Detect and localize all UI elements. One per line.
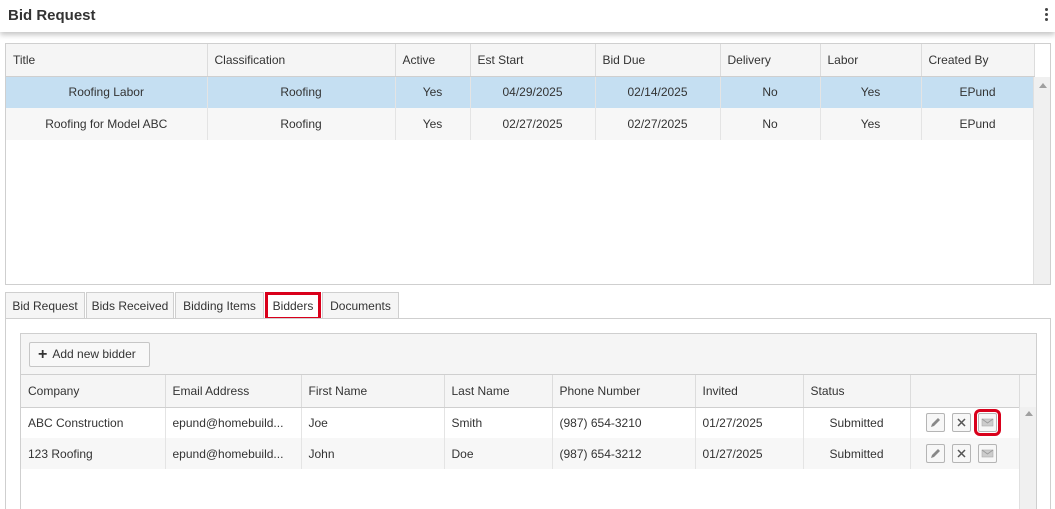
cell-delivery: No (720, 76, 821, 108)
cell-actions (910, 407, 1020, 438)
table-row[interactable]: 123 Roofing epund@homebuild... John Doe … (21, 438, 1036, 469)
bidders-grid-container: + Add new bidder Company Email Address Fi… (20, 333, 1037, 509)
col-header-actions (910, 375, 1020, 408)
col-header-invited[interactable]: Invited (695, 375, 804, 408)
cell-bid-due: 02/14/2025 (595, 76, 721, 108)
col-header-est-start[interactable]: Est Start (470, 44, 596, 77)
cell-created-by: EPund (921, 108, 1035, 140)
col-header-bid-due[interactable]: Bid Due (595, 44, 721, 77)
bid-request-grid: Title Classification Active Est Start Bi… (5, 43, 1051, 285)
table-row[interactable]: Roofing Labor Roofing Yes 04/29/2025 02/… (6, 76, 1035, 108)
cell-classification: Roofing (207, 76, 396, 108)
remove-bidder-button[interactable] (951, 413, 971, 433)
cell-created-by: EPund (921, 76, 1035, 108)
remove-bidder-button[interactable] (951, 444, 971, 463)
bidders-header-row: Company Email Address First Name Last Na… (21, 375, 1036, 408)
bidders-panel: + Add new bidder Company Email Address Fi… (5, 318, 1051, 509)
tab-documents[interactable]: Documents (322, 292, 399, 319)
scroll-up-icon[interactable] (1039, 83, 1047, 88)
cell-active: Yes (395, 108, 471, 140)
cell-company: ABC Construction (21, 407, 166, 438)
edit-bidder-button[interactable] (925, 413, 945, 433)
add-new-bidder-label: Add new bidder (52, 347, 136, 361)
col-header-created-by[interactable]: Created By (921, 44, 1035, 77)
cell-first-name: Joe (301, 407, 445, 438)
plus-icon: + (38, 346, 48, 363)
cell-labor: Yes (820, 108, 922, 140)
table-row[interactable]: ABC Construction epund@homebuild... Joe … (21, 407, 1036, 438)
col-header-first-name[interactable]: First Name (301, 375, 445, 408)
envelope-icon (981, 449, 993, 458)
page-header: Bid Request (0, 0, 1055, 32)
vertical-scrollbar[interactable] (1033, 77, 1050, 284)
col-header-spacer (1019, 375, 1036, 408)
cell-title: Roofing for Model ABC (6, 108, 208, 140)
cell-email: epund@homebuild... (165, 407, 302, 438)
col-header-classification[interactable]: Classification (207, 44, 396, 77)
cell-classification: Roofing (207, 108, 396, 140)
cell-delivery: No (720, 108, 821, 140)
cell-invited: 01/27/2025 (695, 438, 804, 469)
col-header-phone[interactable]: Phone Number (552, 375, 696, 408)
page-title: Bid Request (8, 7, 96, 24)
cell-est-start: 04/29/2025 (470, 76, 596, 108)
tab-bid-request[interactable]: Bid Request (5, 292, 85, 319)
scroll-up-icon[interactable] (1025, 411, 1033, 416)
table-row[interactable]: Roofing for Model ABC Roofing Yes 02/27/… (6, 108, 1035, 140)
cell-phone: (987) 654-3212 (552, 438, 696, 469)
bidders-grid: Company Email Address First Name Last Na… (21, 375, 1036, 469)
envelope-icon (981, 418, 993, 427)
cell-last-name: Smith (444, 407, 553, 438)
cell-status: Submitted (803, 407, 911, 438)
cell-first-name: John (301, 438, 445, 469)
cell-invited: 01/27/2025 (695, 407, 804, 438)
col-header-delivery[interactable]: Delivery (720, 44, 821, 77)
col-header-last-name[interactable]: Last Name (444, 375, 553, 408)
cell-title: Roofing Labor (6, 76, 208, 108)
col-header-title[interactable]: Title (6, 44, 208, 77)
cell-actions (910, 438, 1020, 469)
bid-request-header-row: Title Classification Active Est Start Bi… (6, 44, 1035, 77)
kebab-menu-icon[interactable] (1043, 6, 1051, 24)
col-header-active[interactable]: Active (395, 44, 471, 77)
cell-last-name: Doe (444, 438, 553, 469)
tab-bidding-items[interactable]: Bidding Items (175, 292, 264, 319)
x-icon (956, 418, 966, 427)
bidders-toolbar: + Add new bidder (21, 334, 1036, 375)
cell-email: epund@homebuild... (165, 438, 302, 469)
pencil-icon (930, 449, 940, 458)
cell-bid-due: 02/27/2025 (595, 108, 721, 140)
tab-bids-received[interactable]: Bids Received (86, 292, 174, 319)
cell-status: Submitted (803, 438, 911, 469)
vertical-scrollbar[interactable] (1019, 407, 1036, 509)
email-bidder-button[interactable] (973, 409, 1001, 437)
cell-phone: (987) 654-3210 (552, 407, 696, 438)
col-header-email[interactable]: Email Address (165, 375, 302, 408)
cell-est-start: 02/27/2025 (470, 108, 596, 140)
col-header-status[interactable]: Status (803, 375, 911, 408)
x-icon (956, 449, 966, 458)
col-header-company[interactable]: Company (21, 375, 166, 408)
cell-company: 123 Roofing (21, 438, 166, 469)
edit-bidder-button[interactable] (925, 444, 945, 463)
tab-bidders[interactable]: Bidders (265, 292, 321, 320)
cell-labor: Yes (820, 76, 922, 108)
add-new-bidder-button[interactable]: + Add new bidder (29, 342, 150, 367)
cell-active: Yes (395, 76, 471, 108)
pencil-icon (930, 418, 940, 428)
col-header-labor[interactable]: Labor (820, 44, 922, 77)
email-bidder-button[interactable] (977, 444, 997, 463)
